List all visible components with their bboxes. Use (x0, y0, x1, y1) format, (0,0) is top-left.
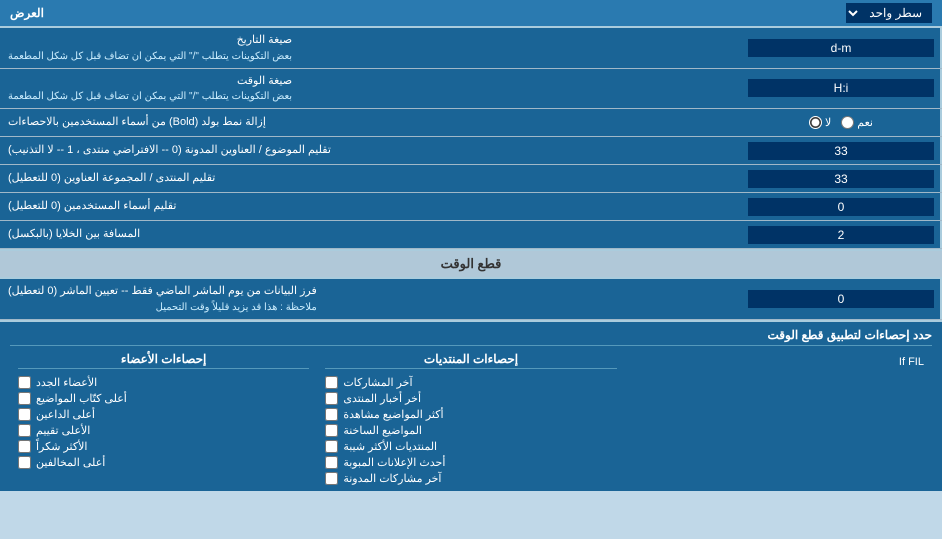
forum-trim-input-wrapper[interactable]: 33 (742, 165, 942, 192)
time-format-input[interactable]: H:i (748, 79, 934, 97)
stat-members-1: أعلى كتّاب المواضيع (18, 392, 309, 405)
stat-forums-3: المواضيع الساخنة (325, 424, 616, 437)
subject-trim-row: 33 تقليم الموضوع / العناوين المدونة (0 -… (0, 137, 942, 165)
stat-forums-0-checkbox[interactable] (325, 376, 338, 389)
bold-no-label[interactable]: لا (809, 116, 831, 129)
date-format-label: صيغة التاريخ بعض التكوينات يتطلب "/" الت… (0, 28, 742, 68)
stats-section: حدد إحصاءات لتطبيق قطع الوقت إحصاءات الأ… (0, 320, 942, 491)
stat-members-5: أعلى المخالفين (18, 456, 309, 469)
bold-no-radio[interactable] (809, 116, 822, 129)
stats-col-members-header: إحصاءات الأعضاء (18, 352, 309, 369)
date-format-input[interactable]: d-m (748, 39, 934, 57)
bold-yes-radio[interactable] (841, 116, 854, 129)
stat-forums-3-checkbox[interactable] (325, 424, 338, 437)
section-title: العرض (10, 6, 44, 20)
user-trim-label: تقليم أسماء المستخدمين (0 للتعطيل) (0, 193, 742, 220)
time-format-row: H:i صيغة الوقت بعض التكوينات يتطلب "/" ا… (0, 69, 942, 110)
if-fil-label: If FIL (633, 356, 924, 368)
stat-forums-4-checkbox[interactable] (325, 440, 338, 453)
stat-forums-1-checkbox[interactable] (325, 392, 338, 405)
stat-members-5-checkbox[interactable] (18, 456, 31, 469)
stat-forums-4: المنتديات الأكثر شيبة (325, 440, 616, 453)
stat-members-4: الأكثر شكراً (18, 440, 309, 453)
bold-remove-row: نعم لا إزالة نمط بولد (Bold) من أسماء ال… (0, 109, 942, 137)
user-trim-input[interactable]: 0 (748, 198, 934, 216)
date-format-row: d-m صيغة التاريخ بعض التكوينات يتطلب "/"… (0, 28, 942, 69)
stat-forums-6: آخر مشاركات المدونة (325, 472, 616, 485)
time-format-input-wrapper[interactable]: H:i (742, 69, 942, 109)
stat-forums-1: أخر أخبار المنتدى (325, 392, 616, 405)
stat-forums-2-checkbox[interactable] (325, 408, 338, 421)
time-cutoff-header: قطع الوقت (0, 249, 942, 279)
subject-trim-input-wrapper[interactable]: 33 (742, 137, 942, 164)
stats-col-forums: إحصاءات المنتديات آخر المشاركات أخر أخبا… (317, 352, 624, 485)
time-cutoff-row: 0 فرز البيانات من يوم الماشر الماضي فقط … (0, 279, 942, 320)
bold-yes-label[interactable]: نعم (841, 116, 873, 129)
stat-members-4-checkbox[interactable] (18, 440, 31, 453)
user-trim-row: 0 تقليم أسماء المستخدمين (0 للتعطيل) (0, 193, 942, 221)
stat-forums-5-checkbox[interactable] (325, 456, 338, 469)
stat-members-1-checkbox[interactable] (18, 392, 31, 405)
forum-trim-row: 33 تقليم المنتدى / المجموعة العناوين (0 … (0, 165, 942, 193)
cell-spacing-input[interactable]: 2 (748, 226, 934, 244)
subject-trim-input[interactable]: 33 (748, 142, 934, 160)
stat-forums-6-checkbox[interactable] (325, 472, 338, 485)
time-format-label: صيغة الوقت بعض التكوينات يتطلب "/" التي … (0, 69, 742, 109)
date-format-input-wrapper[interactable]: d-m (742, 28, 942, 68)
display-mode-header: سطر واحد سطران ثلاثة أسطر العرض (0, 0, 942, 28)
stat-forums-0: آخر المشاركات (325, 376, 616, 389)
display-mode-select[interactable]: سطر واحد سطران ثلاثة أسطر (846, 3, 932, 23)
stat-members-2-checkbox[interactable] (18, 408, 31, 421)
stats-col-empty: If FIL (625, 352, 932, 485)
stats-col-members: إحصاءات الأعضاء الأعضاء الجدد أعلى كتّاب… (10, 352, 317, 485)
user-trim-input-wrapper[interactable]: 0 (742, 193, 942, 220)
cell-spacing-label: المسافة بين الخلايا (بالبكسل) (0, 221, 742, 248)
stats-col-forums-header: إحصاءات المنتديات (325, 352, 616, 369)
forum-trim-label: تقليم المنتدى / المجموعة العناوين (0 للت… (0, 165, 742, 192)
bold-remove-label: إزالة نمط بولد (Bold) من أسماء المستخدمي… (0, 109, 742, 136)
cell-spacing-row: 2 المسافة بين الخلايا (بالبكسل) (0, 221, 942, 249)
stats-section-title: حدد إحصاءات لتطبيق قطع الوقت (10, 328, 932, 346)
stat-members-2: أعلى الداعين (18, 408, 309, 421)
stat-members-0: الأعضاء الجدد (18, 376, 309, 389)
forum-trim-input[interactable]: 33 (748, 170, 934, 188)
stat-members-0-checkbox[interactable] (18, 376, 31, 389)
stat-members-3-checkbox[interactable] (18, 424, 31, 437)
cell-spacing-input-wrapper[interactable]: 2 (742, 221, 942, 248)
stats-grid: إحصاءات الأعضاء الأعضاء الجدد أعلى كتّاب… (10, 352, 932, 485)
stat-forums-2: أكثر المواضيع مشاهدة (325, 408, 616, 421)
stat-forums-5: أحدث الإعلانات المبوبة (325, 456, 616, 469)
bold-remove-radio-wrapper: نعم لا (742, 109, 942, 136)
subject-trim-label: تقليم الموضوع / العناوين المدونة (0 -- ا… (0, 137, 742, 164)
stat-members-3: الأعلى تقييم (18, 424, 309, 437)
time-cutoff-label: فرز البيانات من يوم الماشر الماضي فقط --… (0, 279, 742, 319)
time-cutoff-input[interactable]: 0 (748, 290, 934, 308)
display-mode-select-wrapper[interactable]: سطر واحد سطران ثلاثة أسطر (846, 3, 932, 23)
time-cutoff-input-wrapper[interactable]: 0 (742, 279, 942, 319)
